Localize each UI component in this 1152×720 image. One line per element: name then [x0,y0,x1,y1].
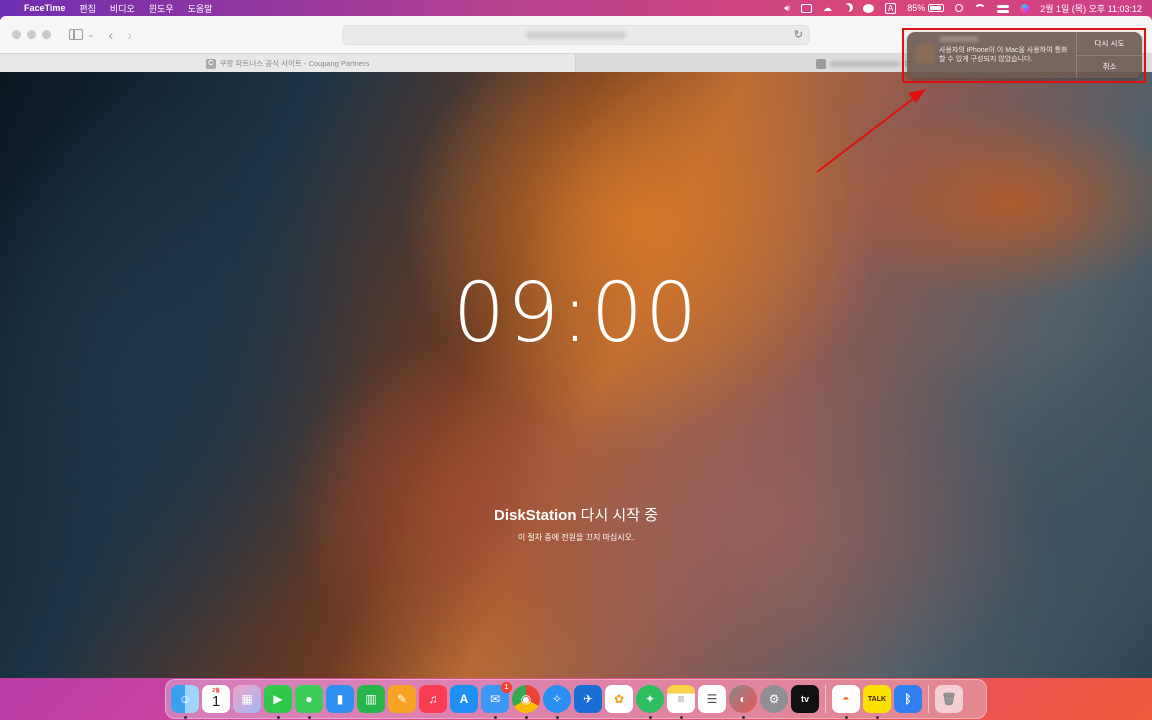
bird-app-icon[interactable]: ✈ [574,685,602,713]
url-text-blurred [526,31,626,39]
restart-status: 다시 시작 중 [576,507,659,524]
close-window-button[interactable] [12,30,21,39]
volume-icon[interactable]: 🔊︎ [784,3,790,14]
music-icon[interactable]: ♫ [419,685,447,713]
mail-icon[interactable]: ✉ 1 [481,682,512,719]
bluetooth-icon[interactable]: ᛒ [894,685,922,713]
menu-clock[interactable]: 2월 1일 (목) 오후 11:03:12 [1040,2,1142,15]
dock-separator [825,685,826,713]
control-center-icon[interactable] [997,4,1010,13]
kakaotalk-icon[interactable]: TALK [863,685,891,719]
photos-icon[interactable]: ✿ [605,685,633,713]
dock-separator [928,685,929,713]
tab-label: 쿠팡 파트너스 공식 사이트 - Coupang Partners [219,59,370,68]
menu-help[interactable]: 도움말 [188,2,213,15]
restart-title: DiskStation 다시 시작 중 [0,504,1152,525]
sidebar-toggle-icon[interactable] [69,29,83,40]
chrome-icon[interactable]: ◉ [512,685,540,719]
tab-coupang-partners[interactable]: C 쿠팡 파트너스 공식 사이트 - Coupang Partners [0,54,576,73]
restart-brand: DiskStation [493,507,577,524]
restart-warning: 이 절차 중에 전원을 끄지 마십시오. [517,533,635,542]
utility-app-icon[interactable]: ◐ [729,685,757,719]
tab-favicon [816,58,827,69]
battery-status[interactable]: 85% [907,3,945,13]
launchpad-icon[interactable]: ▦ [233,685,261,713]
calendar-day: 1 [211,693,221,710]
dock: ☺ 2월 1 ▦ ▶ ● ▮ ▥ ✎ ♫ A ✉ 1 ◉ ✧ ✈ ✿ ✦ ≡ ☰ … [165,679,987,719]
keynote-icon[interactable]: ▮ [326,685,354,713]
display-icon[interactable] [800,3,812,13]
recent-app-icon[interactable]: ◓ [832,685,860,719]
system-settings-icon[interactable]: ⚙ [760,685,788,713]
focus-moon-icon[interactable] [841,4,850,13]
messages-icon[interactable]: ● [295,685,323,719]
annotation-highlight-box [902,28,1146,83]
messages-status-icon[interactable] [862,3,874,13]
menu-video[interactable]: 비디오 [110,2,135,15]
facetime-icon[interactable]: ▶ [264,685,292,719]
app-store-icon[interactable]: A [450,685,478,713]
tab-favicon: C [205,58,216,69]
numbers-icon[interactable]: ▥ [357,685,385,713]
menu-bar: FaceTime 편집 비디오 윈도우 도움말 🔊︎ ☁︎ A 85% 2월 1… [0,0,1152,16]
pages-icon[interactable]: ✎ [388,685,416,713]
apple-tv-icon[interactable]: tv [791,685,819,713]
address-bar[interactable]: ↻ [342,25,810,45]
menu-window[interactable]: 윈도우 [149,2,174,15]
wifi-icon[interactable] [974,4,987,12]
diskstation-restart-page: 09:00 DiskStation 다시 시작 중 이 절차 중에 전원을 끄지… [0,72,1152,678]
safari-icon[interactable]: ✧ [543,685,571,719]
battery-icon [928,4,945,12]
countdown-clock: 09:00 [452,266,700,361]
finder-icon[interactable]: ☺ [171,685,199,719]
notes-icon[interactable]: ≡ [667,685,695,719]
input-source-indicator[interactable]: A [884,2,897,14]
trash-icon[interactable]: 🗑︎ [935,685,963,713]
forward-arrow-icon[interactable]: › [127,27,132,43]
tab-label-blurred [830,60,901,67]
browser-window: ⌄ ‹ › ↻ C 쿠팡 파트너스 공식 사이트 - Coupang Partn… [0,16,1152,678]
menu-app-name[interactable]: FaceTime [24,3,65,13]
window-controls [12,30,51,39]
spotlight-search-icon[interactable] [955,4,964,12]
calendar-icon[interactable]: 2월 1 [202,685,230,713]
reload-icon[interactable]: ↻ [794,28,803,41]
mail-badge: 1 [501,682,512,693]
apple-tv-label: tv [800,694,809,704]
status-app-icon[interactable]: ☁︎ [823,3,832,14]
battery-percent: 85% [907,3,926,13]
siri-icon[interactable] [1020,3,1030,13]
reminders-icon[interactable]: ☰ [698,685,726,713]
kakaotalk-label: TALK [867,695,887,703]
chevron-down-icon[interactable]: ⌄ [87,29,95,40]
minimize-window-button[interactable] [27,30,36,39]
zoom-window-button[interactable] [42,30,51,39]
evernote-icon[interactable]: ✦ [636,685,664,719]
menu-edit[interactable]: 편집 [79,2,96,15]
back-arrow-icon[interactable]: ‹ [109,27,114,43]
